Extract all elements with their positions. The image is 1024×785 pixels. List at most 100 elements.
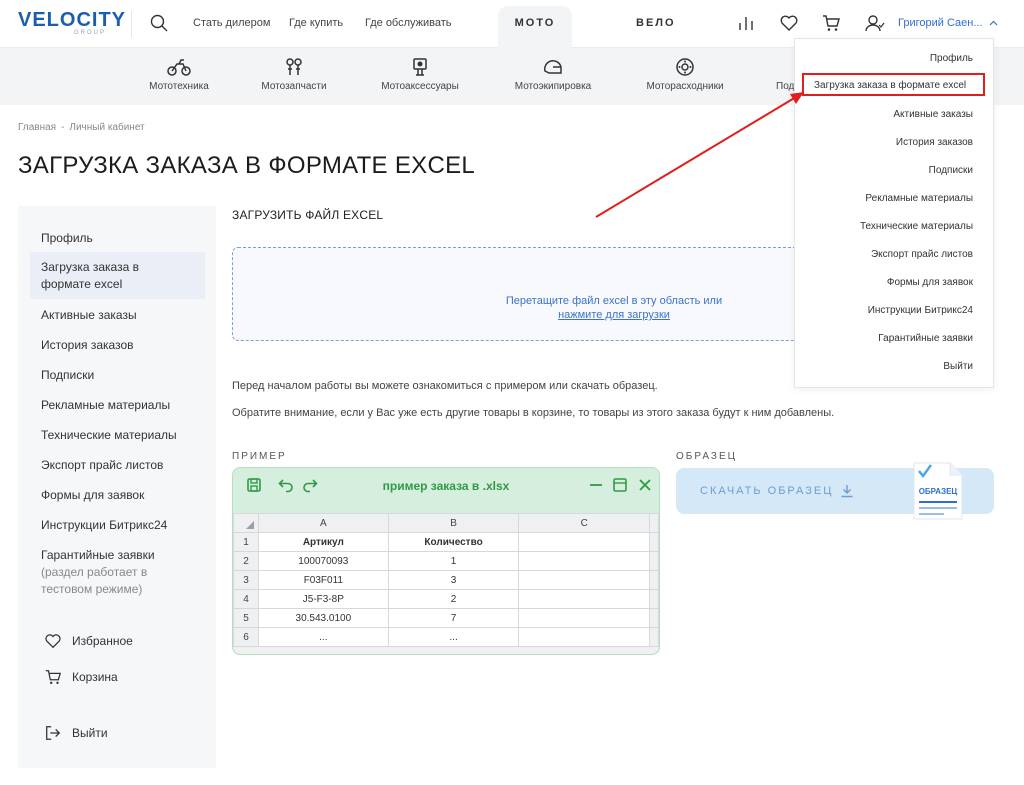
table-row: 4 J5-F3-8P 2 [233, 589, 659, 609]
category-label: Моторасходники [646, 81, 724, 92]
category-motoraskhodniki[interactable]: Моторасходники [642, 57, 728, 92]
example-label: ПРИМЕР [232, 451, 287, 462]
category-label: Мотозапчасти [261, 81, 327, 92]
header-divider [131, 10, 132, 38]
link-where-to-service[interactable]: Где обслуживать [365, 17, 452, 29]
column-header: B [387, 513, 520, 533]
sidebar-item-ad-materials[interactable]: Рекламные материалы [30, 397, 205, 414]
heart-icon[interactable] [779, 13, 799, 33]
dropdown-item-warranty[interactable]: Гарантийные заявки [878, 333, 973, 344]
sidebar-item-price-export[interactable]: Экспорт прайс листов [30, 457, 205, 474]
sidebar-item-profile[interactable]: Профиль [30, 230, 205, 247]
row-number: 6 [233, 627, 259, 647]
corner-triangle-icon [246, 520, 255, 529]
table-row: 1 Артикул Количество [233, 532, 659, 552]
cell-a: Артикул [257, 532, 389, 552]
download-sample-label: СКАЧАТЬ ОБРАЗЕЦ [700, 485, 834, 497]
grid-spacer [649, 570, 659, 590]
motorcycle-icon [167, 59, 191, 76]
cell-a: 100070093 [257, 551, 389, 571]
sidebar-item-tech-materials[interactable]: Технические материалы [30, 427, 205, 444]
sidebar-item-bitrix-instructions[interactable]: Инструкции Битрикс24 [30, 517, 205, 534]
category-motoaksessuary[interactable]: Мотоаксессуары [377, 57, 463, 92]
user-icon[interactable] [865, 13, 885, 33]
cell-b: ... [387, 627, 520, 647]
sidebar-item-warranty[interactable]: Гарантийные заявки (раздел работает в те… [30, 547, 205, 598]
column-header: A [257, 513, 389, 533]
cell-a: J5-F3-8P [257, 589, 389, 609]
dropdown-item-tech-materials[interactable]: Технические материалы [860, 221, 973, 232]
table-row: 3 F03F011 3 [233, 570, 659, 590]
table-row: 5 30.543.0100 7 [233, 608, 659, 628]
breadcrumb-home[interactable]: Главная [18, 122, 56, 133]
chevron-up-icon [989, 20, 997, 26]
category-more[interactable]: Под [776, 81, 796, 92]
accessory-icon [413, 58, 427, 76]
sidebar-item-excel-upload[interactable]: Загрузка заказа в формате excel [30, 252, 205, 299]
cell-b: 2 [387, 589, 520, 609]
upload-heading: ЗАГРУЗИТЬ ФАЙЛ EXCEL [232, 208, 384, 222]
logo[interactable]: VELOCITY GROUP [18, 10, 126, 37]
row-number: 2 [233, 551, 259, 571]
tab-moto[interactable]: МОТО [498, 6, 572, 48]
helmet-icon [544, 60, 562, 74]
column-header: C [518, 513, 650, 533]
link-become-dealer[interactable]: Стать дилером [193, 17, 270, 29]
category-mototechnika[interactable]: Мототехника [147, 57, 211, 92]
breadcrumb-account[interactable]: Личный кабинет [69, 122, 144, 133]
user-name: Григорий Саен... [898, 17, 983, 29]
logo-sub: GROUP [74, 30, 107, 36]
grid-spacer [649, 551, 659, 571]
dropdown-item-ad-materials[interactable]: Рекламные материалы [865, 193, 973, 204]
dropdown-item-subscriptions[interactable]: Подписки [929, 165, 973, 176]
sidebar: Профиль Загрузка заказа в формате excel … [18, 206, 216, 768]
sidebar-item-subscriptions[interactable]: Подписки [30, 367, 205, 384]
sidebar-item-order-history[interactable]: История заказов [30, 337, 205, 354]
excel-example: пример заказа в .xlsx A B C 1 Артикул Ко… [232, 467, 660, 655]
tab-velo[interactable]: ВЕЛО [636, 17, 676, 29]
cell-c [518, 589, 650, 609]
breadcrumb: Главная - Личный кабинет [18, 122, 145, 133]
grid-spacer [649, 627, 659, 647]
category-motozapchasti[interactable]: Мотозапчасти [259, 57, 329, 92]
dropdown-item-logout[interactable]: Выйти [943, 361, 973, 372]
sidebar-favorites-label: Избранное [72, 634, 133, 648]
dropdown-item-order-history[interactable]: История заказов [896, 137, 973, 148]
cell-a: ... [257, 627, 389, 647]
cell-b: Количество [387, 532, 520, 552]
close-icon [639, 479, 651, 491]
grid-spacer [649, 608, 659, 628]
sidebar-item-request-forms[interactable]: Формы для заявок [30, 487, 205, 504]
row-number: 4 [233, 589, 259, 609]
link-where-to-buy[interactable]: Где купить [289, 17, 343, 29]
user-menu-toggle[interactable]: Григорий Саен... [898, 17, 998, 29]
search-icon[interactable] [150, 14, 168, 32]
cart-icon[interactable] [821, 13, 841, 33]
download-icon [841, 485, 853, 498]
excel-table: A B C 1 Артикул Количество 2 100070093 1… [233, 513, 659, 647]
dropdown-item-profile[interactable]: Профиль [930, 53, 973, 64]
cell-a: 30.543.0100 [257, 608, 389, 628]
cell-c [518, 627, 650, 647]
dropdown-item-excel-upload-highlighted[interactable]: Загрузка заказа в формате excel [802, 73, 985, 96]
compare-icon[interactable] [736, 13, 756, 33]
row-number: 5 [233, 608, 259, 628]
sidebar-item-label: Загрузка заказа в формате excel [41, 260, 139, 291]
corner-cell [233, 513, 259, 533]
dropdown-item-price-export[interactable]: Экспорт прайс листов [871, 249, 973, 260]
maximize-icon [613, 478, 627, 492]
cell-b: 3 [387, 570, 520, 590]
category-label: Под [776, 81, 795, 92]
category-motoekipirovka[interactable]: Мотоэкипировка [510, 57, 596, 92]
note-cart-warning: Обратите внимание, если у Вас уже есть д… [232, 407, 835, 419]
category-label: Мотоаксессуары [381, 81, 459, 92]
row-number: 3 [233, 570, 259, 590]
cell-b: 1 [387, 551, 520, 571]
dropdown-item-request-forms[interactable]: Формы для заявок [887, 277, 973, 288]
parts-icon [286, 58, 302, 75]
dropdown-item-active-orders[interactable]: Активные заказы [893, 109, 973, 120]
dropdown-item-bitrix-instructions[interactable]: Инструкции Битрикс24 [868, 305, 973, 316]
sidebar-item-active-orders[interactable]: Активные заказы [30, 307, 205, 324]
cell-c [518, 570, 650, 590]
excel-titlebar: пример заказа в .xlsx [233, 468, 659, 506]
